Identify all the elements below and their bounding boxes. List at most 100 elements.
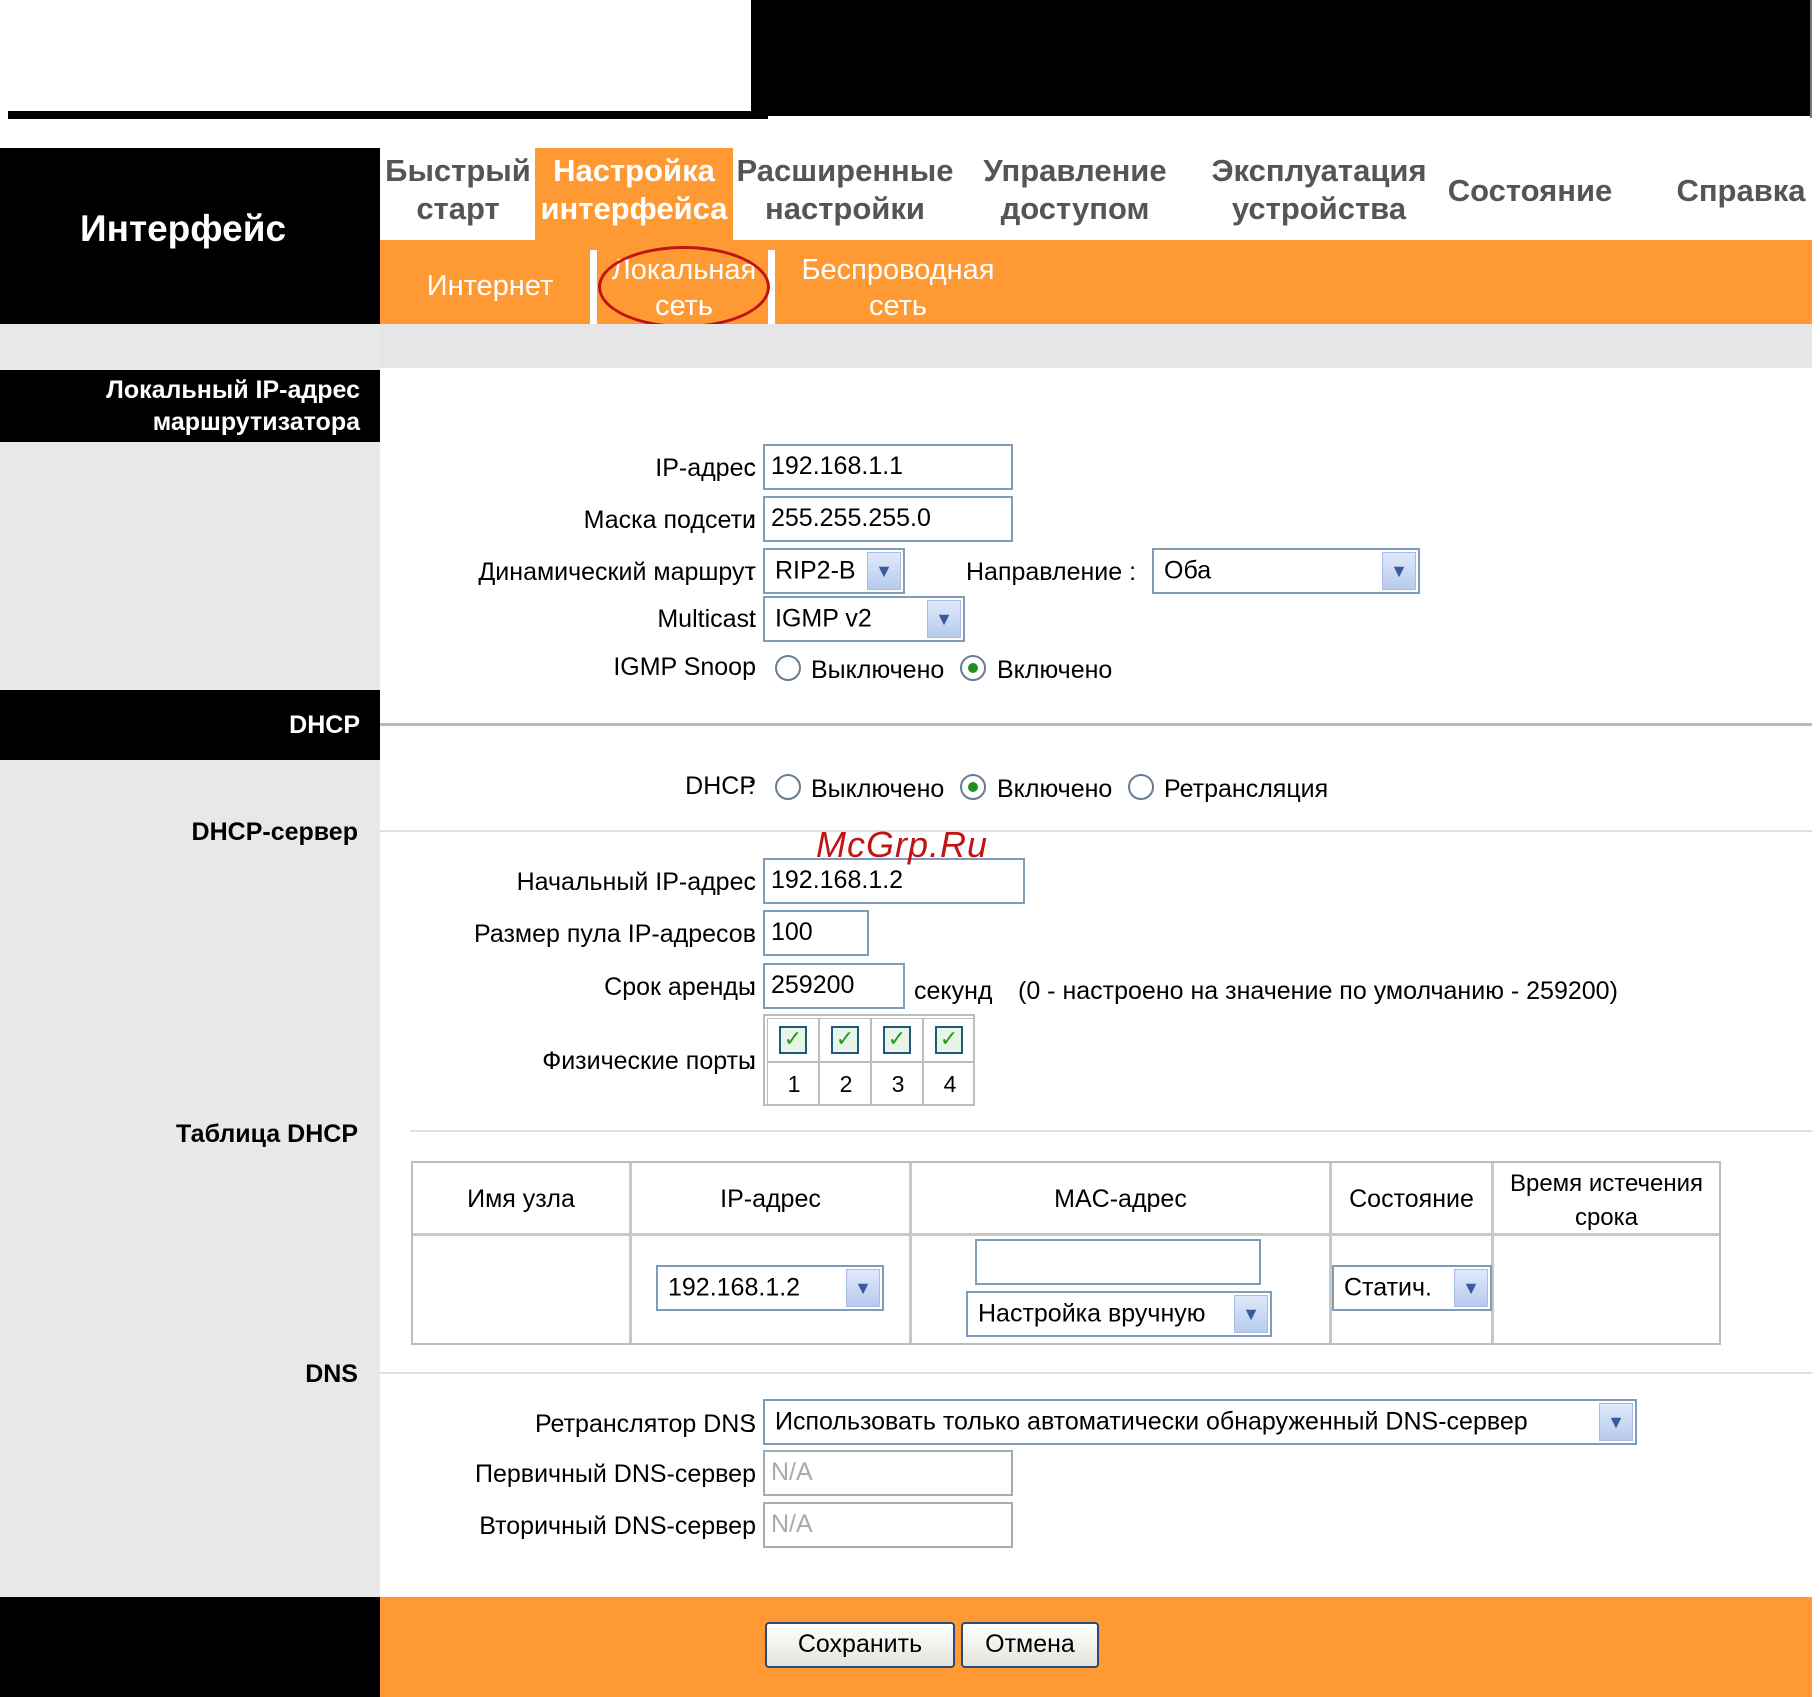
colon: : [748,454,755,482]
row-ip-select[interactable]: 192.168.1.2 ▼ [656,1265,884,1311]
multicast-label: Multicast [657,605,756,633]
header-mac: MAC-адрес [1054,1185,1187,1213]
brand-block: Интерфейс [0,148,380,324]
section-dhcp-server: DHCP-сервер [191,818,358,846]
chevron-down-icon[interactable]: ▼ [1599,1403,1633,1441]
section-divider [380,723,1812,726]
colon: : [748,772,755,800]
multicast-select[interactable]: IGMP v2 ▼ [763,596,965,642]
primary-dns-input[interactable]: N/A [763,1450,1013,1496]
colon: : [748,653,755,681]
header-expire-line: срока [1574,1204,1639,1231]
subtab-wireless[interactable]: Беспроводная сеть [780,252,1016,324]
tab-help[interactable]: Справка [1670,172,1812,210]
port-cell: ✓ [923,1018,975,1062]
tab-label: настройки [765,191,925,226]
ip-address-input[interactable]: 192.168.1.1 [763,444,1013,490]
direction-select[interactable]: Оба ▼ [1152,548,1420,594]
igmp-off-radio[interactable] [775,655,801,681]
dhcp-off-radio[interactable] [775,774,801,800]
subnet-mask-label: Маска подсети [583,506,756,534]
tab-maintenance[interactable]: Эксплуатация устройства [1204,152,1434,228]
dns-relay-select[interactable]: Использовать только автоматически обнару… [763,1399,1637,1445]
select-value: 192.168.1.2 [668,1273,801,1302]
chevron-down-icon[interactable]: ▼ [867,552,901,590]
tab-access-management[interactable]: Управление доступом [972,152,1178,228]
dynamic-route-select[interactable]: RIP2-B ▼ [763,548,905,594]
chevron-down-icon[interactable]: ▼ [1382,552,1416,590]
select-value: Использовать только автоматически обнару… [775,1407,1528,1436]
chevron-down-icon[interactable]: ▼ [846,1269,880,1307]
lease-hint: (0 - настроено на значение по умолчанию … [1018,977,1618,1005]
header-host: Имя узла [467,1185,575,1213]
select-value: Настройка вручную [978,1299,1206,1328]
row-state-select[interactable]: Статич. ▼ [1332,1265,1492,1311]
physical-ports-label: Физические порты [542,1047,756,1075]
port-cell: 3 [871,1062,923,1106]
port-number: 1 [787,1071,801,1097]
tab-interface-setup[interactable]: Настройка интерфейса [535,148,733,240]
subtab-internet[interactable]: Интернет [410,268,570,304]
colon: : [748,506,755,534]
section-dhcp: DHCP [0,690,380,760]
chevron-down-icon[interactable]: ▼ [1454,1269,1488,1307]
header-ip: IP-адрес [720,1185,821,1213]
pool-size-input[interactable]: 100 [763,910,869,956]
port-cell: 4 [923,1062,975,1106]
section-divider [380,1372,1812,1374]
subnet-mask-input[interactable]: 255.255.255.0 [763,496,1013,542]
port-3-checkbox[interactable]: ✓ [883,1026,911,1054]
dhcp-relay-radio[interactable] [1128,774,1154,800]
colon: : [748,868,755,896]
row-mac-input[interactable] [975,1239,1261,1285]
section-dhcp-table: Таблица DHCP [176,1120,358,1148]
chevron-down-icon[interactable]: ▼ [1234,1295,1268,1333]
colon: : [748,605,755,633]
tab-advanced-setup[interactable]: Расширенные настройки [736,152,954,228]
tab-label: Расширенные [736,153,954,188]
cancel-button[interactable]: Отмена [961,1622,1099,1668]
port-number: 4 [943,1071,957,1097]
secondary-dns-input[interactable]: N/A [763,1502,1013,1548]
section-title: маршрутизатора [152,408,360,436]
pool-size-label: Размер пула IP-адресов [473,920,756,948]
igmp-on-radio[interactable] [960,655,986,681]
save-button[interactable]: Сохранить [765,1622,955,1668]
tab-label: старт [416,191,500,226]
port-cell: ✓ [819,1018,871,1062]
colon: : [748,920,755,948]
dhcp-table: Имя узла IP-адрес MAC-адрес Состояние Вр… [411,1161,1721,1345]
brand-title: Интерфейс [80,208,287,249]
lease-time-input[interactable]: 259200 [763,963,905,1009]
start-ip-label: Начальный IP-адрес [516,868,756,896]
select-value: IGMP v2 [775,604,872,633]
port-cell: 1 [767,1062,819,1106]
direction-label-text: Направление [966,558,1123,586]
select-value: RIP2-B [775,556,856,585]
lease-unit: секунд [914,977,993,1005]
chevron-down-icon[interactable]: ▼ [927,600,961,638]
port-cell: 2 [819,1062,871,1106]
row-mac-mode-select[interactable]: Настройка вручную ▼ [966,1291,1272,1337]
section-divider [410,1130,1812,1132]
dhcp-on-label: Включено [997,775,1113,803]
dhcp-on-radio[interactable] [960,774,986,800]
tab-label: Эксплуатация [1211,153,1427,188]
header-rule [8,111,768,119]
tab-status[interactable]: Состояние [1440,172,1620,210]
port-1-checkbox[interactable]: ✓ [779,1026,807,1054]
port-2-checkbox[interactable]: ✓ [831,1026,859,1054]
colon: : [748,973,755,1001]
header-edge [1810,0,1812,118]
tab-quick-start[interactable]: Быстрый старт [384,152,532,228]
igmp-off-label: Выключено [811,656,945,684]
dhcp-relay-label: Ретрансляция [1164,775,1329,803]
port-number: 3 [891,1071,905,1097]
tab-label: Справка [1676,173,1806,208]
physical-ports-grid: ✓ ✓ ✓ ✓ 1 2 3 4 [763,1014,975,1106]
dhcp-off-label: Выключено [811,775,945,803]
port-cell: ✓ [871,1018,923,1062]
colon: : [748,1460,755,1488]
port-4-checkbox[interactable]: ✓ [935,1026,963,1054]
colon: : [748,558,755,586]
